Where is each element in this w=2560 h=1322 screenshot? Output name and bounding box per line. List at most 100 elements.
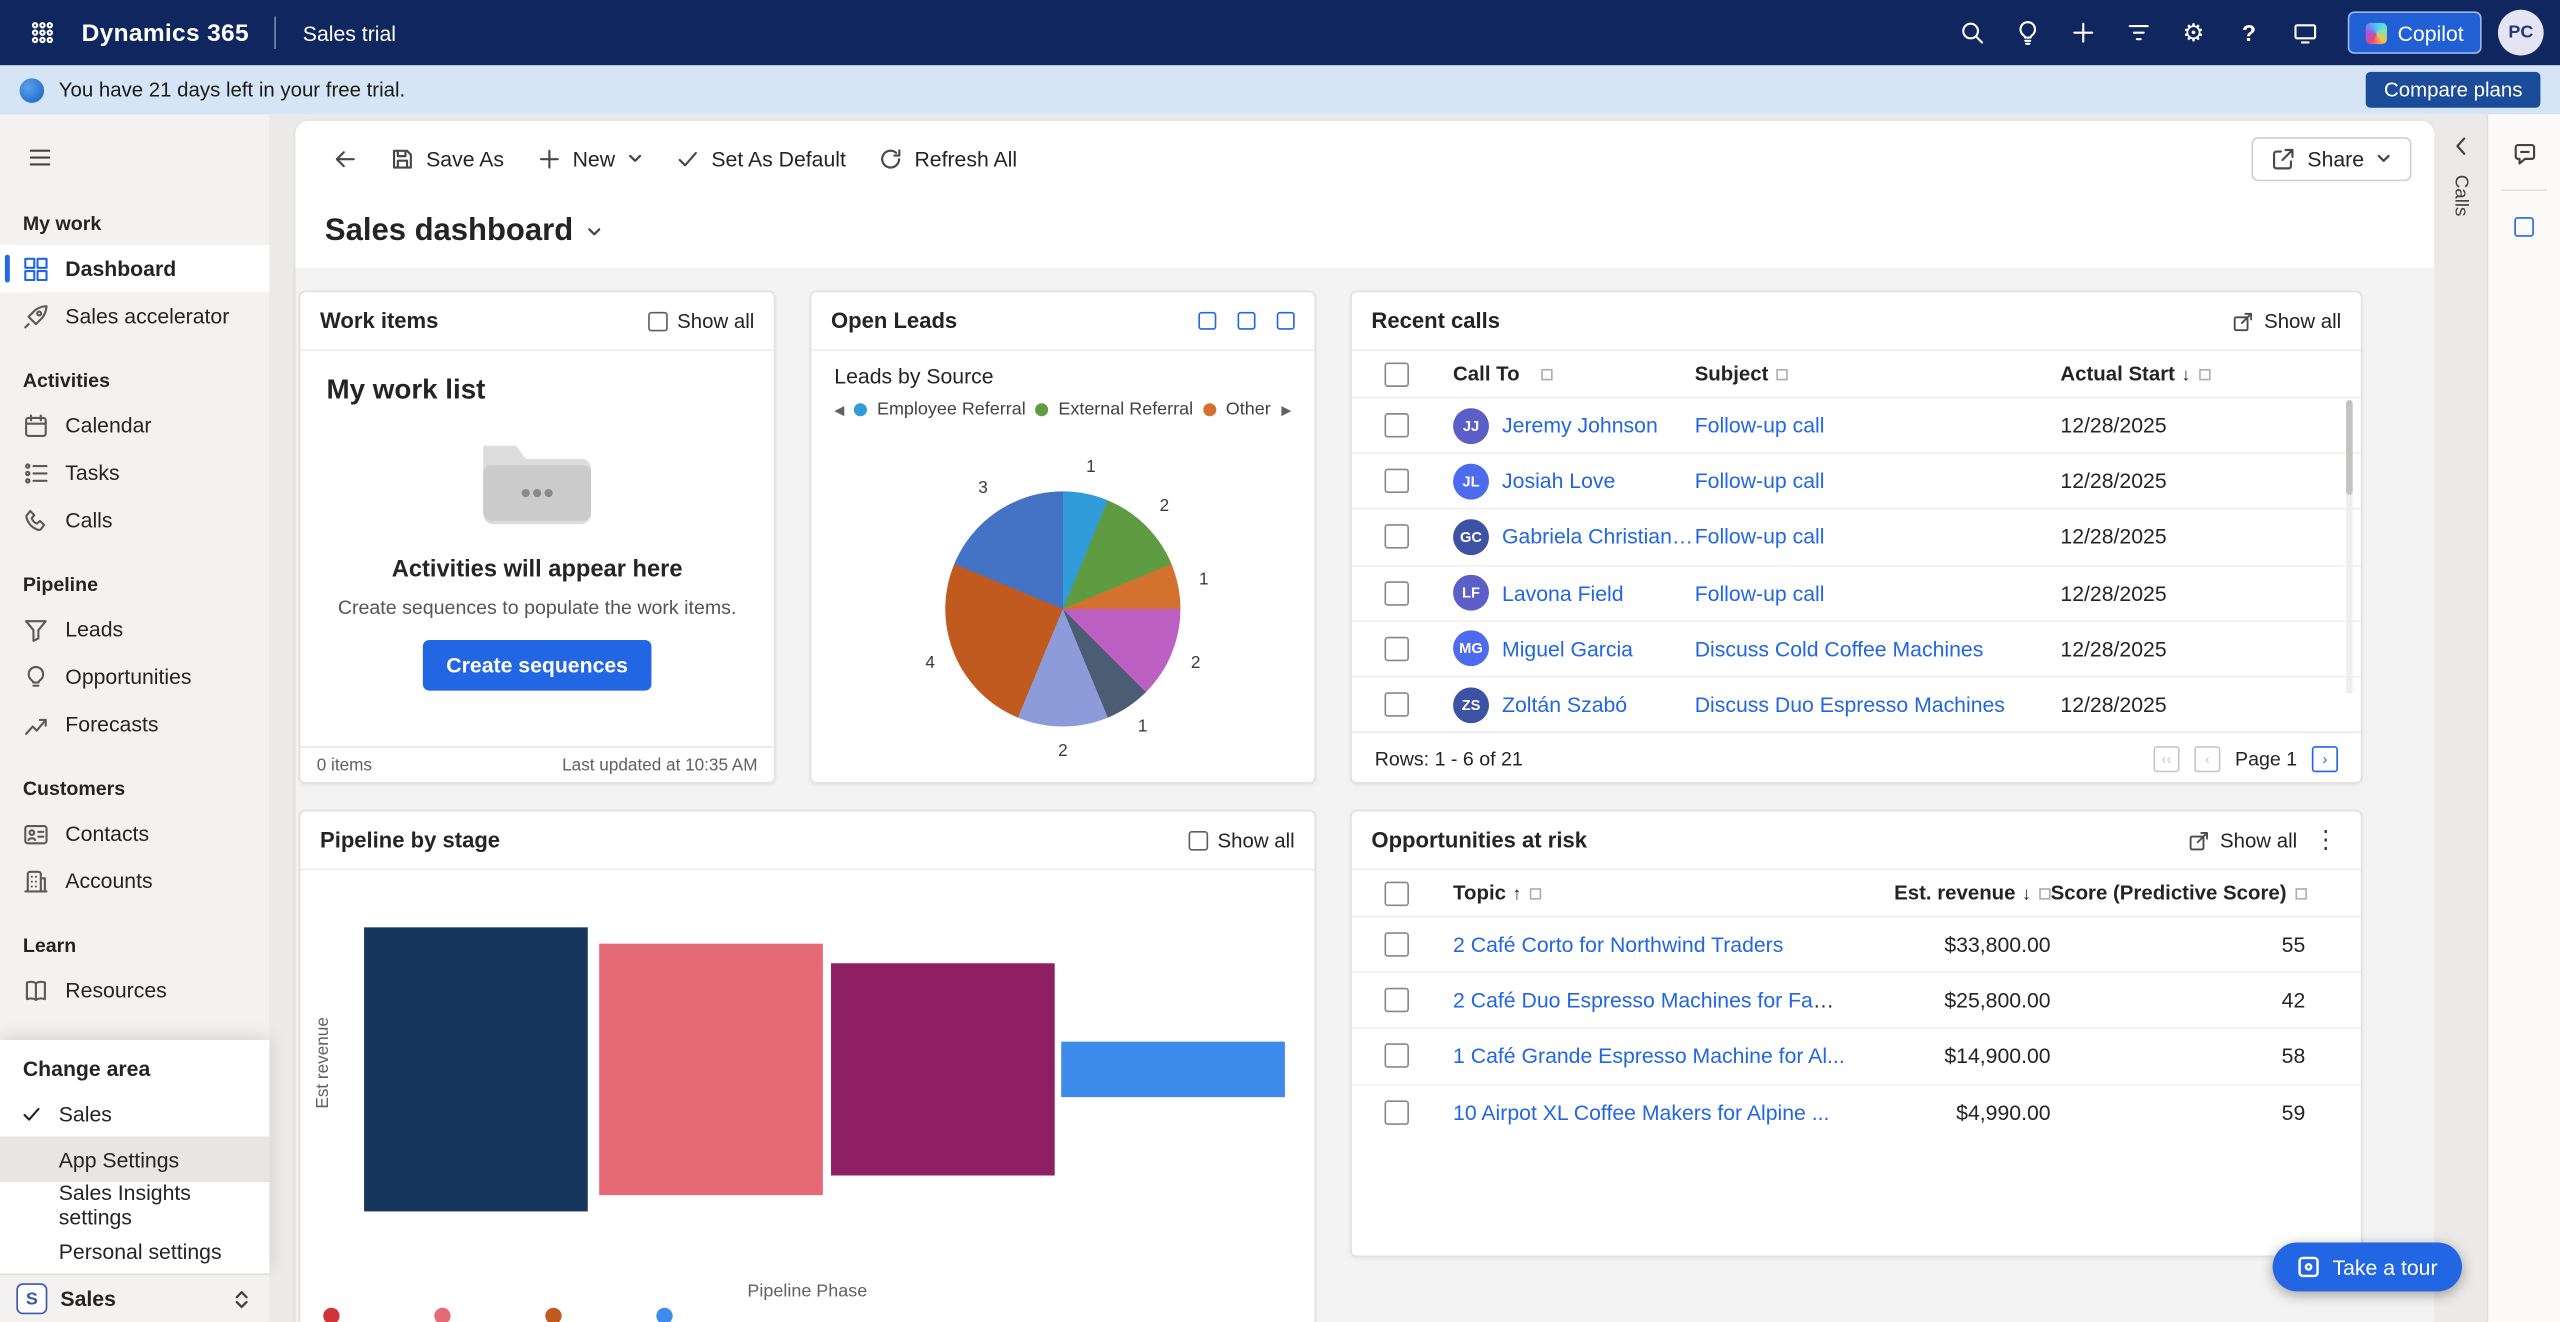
pipeline-bar[interactable] — [1061, 1041, 1285, 1098]
topic-link[interactable]: 1 Café Grande Espresso Machine for Al... — [1453, 1044, 1845, 1068]
popout-icon[interactable] — [2500, 204, 2549, 250]
topic-link[interactable]: 2 Café Duo Espresso Machines for Fabr... — [1453, 988, 1845, 1012]
column-options-icon[interactable] — [2039, 888, 2050, 899]
pipeline-bar[interactable] — [599, 944, 823, 1194]
feedback-icon[interactable] — [2278, 8, 2330, 57]
more-options-icon[interactable]: ⋮ — [2310, 828, 2341, 852]
view-toggle-icon[interactable] — [1238, 312, 1256, 330]
column-options-icon[interactable] — [1777, 369, 1788, 380]
recent-calls-show-all[interactable]: Show all — [2231, 309, 2341, 332]
copilot-pane-icon[interactable] — [2500, 131, 2549, 177]
back-button[interactable] — [318, 136, 372, 180]
column-options-icon[interactable] — [2295, 888, 2306, 899]
table-row[interactable]: LFLavona Field Follow-up call 12/28/2025 — [1352, 564, 2361, 620]
filter-icon[interactable] — [2112, 8, 2164, 57]
legend-next-icon[interactable]: ▶ — [1281, 402, 1291, 417]
row-checkbox[interactable] — [1384, 469, 1408, 493]
pipeline-funnel-chart[interactable]: Est revenue Pipeline Phase — [300, 870, 1314, 1322]
first-page-icon[interactable]: ‹‹ — [2153, 746, 2179, 772]
compare-plans-button[interactable]: Compare plans — [2366, 72, 2540, 108]
view-toggle-icon[interactable] — [1277, 312, 1295, 330]
table-row[interactable]: ZSZoltán Szabó Discuss Duo Espresso Mach… — [1352, 676, 2361, 732]
topic-link[interactable]: 10 Airpot XL Coffee Makers for Alpine ..… — [1453, 1100, 1829, 1124]
column-options-icon[interactable] — [2199, 369, 2210, 380]
app-launcher-icon[interactable] — [16, 8, 68, 57]
table-row[interactable]: JJJeremy Johnson Follow-up call 12/28/20… — [1352, 397, 2361, 453]
row-checkbox[interactable] — [1384, 692, 1408, 716]
sidebar-item-accounts[interactable]: Accounts — [0, 857, 269, 904]
call-to-link[interactable]: Josiah Love — [1502, 469, 1615, 493]
sidebar-item-resources[interactable]: Resources — [0, 967, 269, 1014]
table-row[interactable]: 2 Café Corto for Northwind Traders $33,8… — [1352, 916, 2361, 972]
scrollbar-thumb[interactable] — [2346, 400, 2353, 495]
column-header-est-revenue[interactable]: Est. revenue↓ — [1845, 882, 2051, 905]
table-row[interactable]: 10 Airpot XL Coffee Makers for Alpine ..… — [1352, 1083, 2361, 1139]
sidebar-item-dashboard[interactable]: Dashboard — [0, 245, 269, 292]
next-page-icon[interactable]: › — [2312, 746, 2338, 772]
area-switcher[interactable]: S Sales — [0, 1273, 269, 1322]
row-checkbox[interactable] — [1384, 932, 1408, 956]
leads-pie-chart[interactable] — [945, 491, 1180, 726]
view-toggle-icon[interactable] — [1198, 312, 1216, 330]
area-item-personal-settings[interactable]: Personal settings — [0, 1228, 269, 1274]
table-row[interactable]: JLJosiah Love Follow-up call 12/28/2025 — [1352, 453, 2361, 509]
topic-link[interactable]: 2 Café Corto for Northwind Traders — [1453, 932, 1783, 956]
work-items-show-all[interactable]: Show all — [648, 309, 755, 332]
table-row[interactable]: GCGabriela Christiansen Follow-up call 1… — [1352, 508, 2361, 564]
opportunities-show-all[interactable]: Show all — [2187, 829, 2297, 852]
call-to-link[interactable]: Jeremy Johnson — [1502, 413, 1658, 437]
column-header-score[interactable]: Score (Predictive Score) — [2051, 882, 2306, 905]
help-icon[interactable]: ? — [2223, 8, 2275, 57]
sidebar-item-contacts[interactable]: Contacts — [0, 810, 269, 857]
table-row[interactable]: 1 Café Grande Espresso Machine for Al...… — [1352, 1028, 2361, 1084]
create-sequences-button[interactable]: Create sequences — [423, 640, 650, 691]
new-button[interactable]: New — [522, 136, 658, 180]
save-as-button[interactable]: Save As — [376, 136, 519, 180]
column-header-call-to[interactable]: Call To — [1453, 362, 1695, 385]
subject-link[interactable]: Discuss Duo Espresso Machines — [1695, 692, 2005, 716]
area-item-sales-insights-settings[interactable]: Sales Insights settings — [0, 1182, 269, 1228]
select-all-checkbox[interactable] — [1384, 362, 1408, 386]
lightbulb-icon[interactable] — [2001, 8, 2053, 57]
row-checkbox[interactable] — [1384, 525, 1408, 549]
set-as-default-button[interactable]: Set As Default — [661, 136, 861, 180]
pipeline-bar[interactable] — [831, 963, 1055, 1176]
sidebar-item-tasks[interactable]: Tasks — [0, 449, 269, 496]
pipeline-show-all[interactable]: Show all — [1188, 829, 1295, 852]
row-checkbox[interactable] — [1384, 1100, 1408, 1124]
subject-link[interactable]: Follow-up call — [1695, 469, 1825, 493]
column-header-topic[interactable]: Topic↑ — [1453, 882, 1845, 905]
subject-link[interactable]: Discuss Cold Coffee Machines — [1695, 636, 1984, 660]
sidebar-item-calendar[interactable]: Calendar — [0, 402, 269, 449]
calls-pane-label[interactable]: Calls — [2451, 175, 2471, 217]
call-to-link[interactable]: Lavona Field — [1502, 581, 1624, 605]
settings-gear-icon[interactable]: ⚙ — [2167, 8, 2219, 57]
subject-link[interactable]: Follow-up call — [1695, 581, 1825, 605]
refresh-all-button[interactable]: Refresh All — [864, 136, 1032, 180]
hamburger-menu-icon[interactable] — [13, 131, 65, 183]
row-checkbox[interactable] — [1384, 988, 1408, 1012]
previous-page-icon[interactable]: ‹ — [2194, 746, 2220, 772]
call-to-link[interactable]: Miguel Garcia — [1502, 636, 1633, 660]
subject-link[interactable]: Follow-up call — [1695, 413, 1825, 437]
share-button[interactable]: Share — [2252, 136, 2412, 180]
sidebar-item-sales-accelerator[interactable]: Sales accelerator — [0, 292, 269, 339]
pipeline-bar[interactable] — [364, 927, 588, 1211]
user-avatar[interactable]: PC — [2498, 10, 2544, 56]
area-item-app-settings[interactable]: App Settings — [0, 1136, 269, 1182]
area-item-sales[interactable]: Sales — [0, 1091, 269, 1137]
chevron-down-icon[interactable] — [586, 224, 602, 240]
row-checkbox[interactable] — [1384, 1044, 1408, 1068]
legend-prev-icon[interactable]: ◀ — [834, 402, 844, 417]
call-to-link[interactable]: Gabriela Christiansen — [1502, 525, 1695, 549]
sidebar-item-leads[interactable]: Leads — [0, 606, 269, 653]
expand-pane-icon[interactable] — [2442, 127, 2480, 165]
copilot-button[interactable]: Copilot — [2347, 11, 2482, 53]
take-a-tour-button[interactable]: Take a tour — [2272, 1242, 2462, 1291]
subject-link[interactable]: Follow-up call — [1695, 525, 1825, 549]
sidebar-item-opportunities[interactable]: Opportunities — [0, 653, 269, 700]
column-header-subject[interactable]: Subject — [1695, 362, 2061, 385]
row-checkbox[interactable] — [1384, 636, 1408, 660]
add-icon[interactable] — [2056, 8, 2108, 57]
column-header-actual-start[interactable]: Actual Start↓ — [2060, 362, 2360, 385]
